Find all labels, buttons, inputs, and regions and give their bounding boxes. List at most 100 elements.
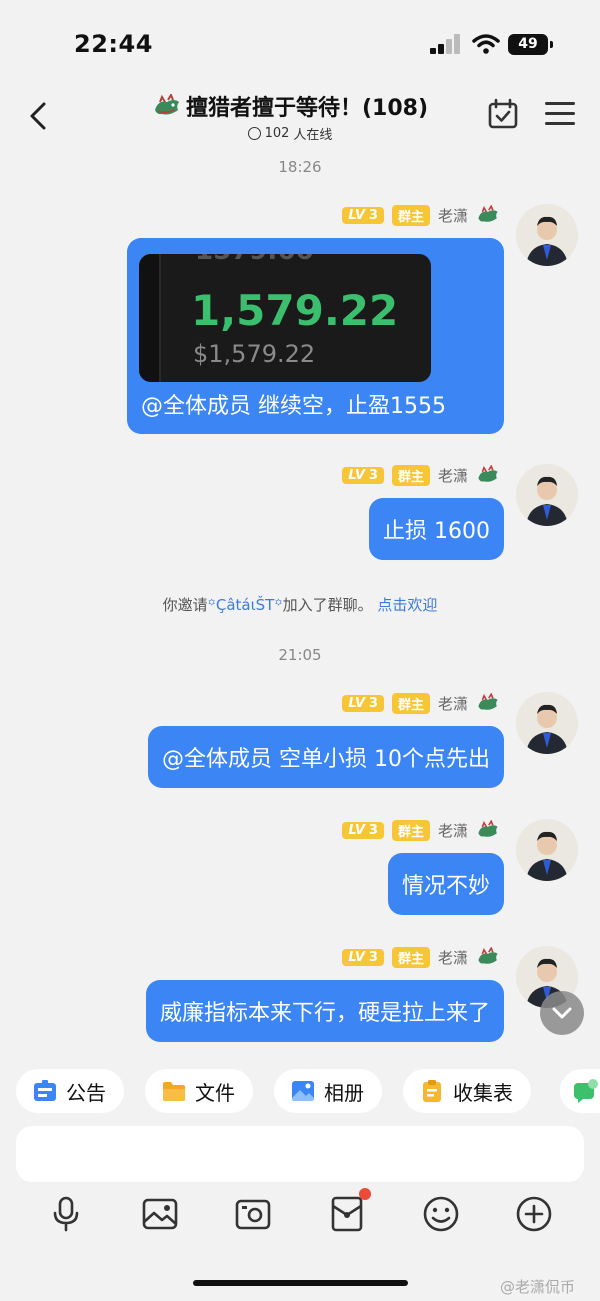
clipboard-icon	[423, 1080, 441, 1102]
message-item: LV 3 群主 老潇 止损 1600	[0, 464, 600, 564]
watermark: @老潇侃币	[500, 1278, 576, 1296]
sender-name[interactable]: 老潇	[438, 693, 468, 714]
timestamp: 21:05	[278, 646, 322, 664]
role-badge: 群主	[391, 692, 430, 714]
avatar[interactable]	[516, 819, 578, 881]
image-ghost-text: 1579.66	[195, 254, 313, 266]
message-text: 情况不妙	[401, 874, 490, 899]
dragon-icon	[478, 465, 498, 482]
chat-plus-icon	[574, 1079, 598, 1103]
scroll-to-bottom-button[interactable]	[540, 991, 584, 1035]
folder-icon	[163, 1082, 185, 1101]
message-text: 止损 1600	[383, 519, 490, 544]
level-badge: LV 3	[342, 694, 384, 712]
plus-icon[interactable]	[514, 1194, 554, 1234]
quick-action-bar: 公告 文件 相册 收集表	[0, 1055, 600, 1123]
red-packet-button[interactable]	[327, 1188, 371, 1234]
invitee-name[interactable]: ꙳ÇâtáɩŠT꙳	[208, 596, 283, 614]
home-indicator	[193, 1280, 408, 1286]
back-icon[interactable]	[26, 100, 50, 132]
emoji-icon[interactable]	[421, 1194, 461, 1234]
red-packet-icon	[331, 1196, 363, 1232]
role-badge: 群主	[391, 946, 430, 968]
battery-icon: 49	[508, 34, 553, 55]
image-price-usd: $1,579.22	[193, 340, 316, 368]
status-time: 22:44	[74, 30, 153, 58]
sender-name[interactable]: 老潇	[438, 205, 468, 226]
online-smile-icon	[247, 127, 261, 140]
header-title-area[interactable]: 擅猎者擅于等待！(108) 102 人在线	[130, 90, 450, 144]
microphone-icon[interactable]	[46, 1194, 86, 1234]
dragon-icon	[154, 94, 179, 115]
online-count: 102	[264, 126, 290, 141]
role-badge: 群主	[391, 204, 430, 226]
album-button[interactable]: 相册	[274, 1069, 382, 1113]
message-text: @全体成员 空单小损 10个点先出	[162, 747, 490, 772]
image-icon[interactable]	[140, 1194, 180, 1234]
status-bar: 22:44 49	[0, 0, 600, 88]
message-meta: LV 3 群主 老潇	[342, 819, 500, 841]
dragon-icon	[478, 693, 498, 710]
message-bubble[interactable]: 1579.66 1,579.22 $1,579.22 @全体成员 继续空，止盈1…	[127, 238, 504, 434]
role-badge: 群主	[391, 464, 430, 486]
signal-icon	[430, 34, 462, 54]
album-label: 相册	[324, 1080, 364, 1105]
more-quick-button[interactable]	[560, 1069, 600, 1113]
announcement-icon	[34, 1080, 56, 1101]
form-button[interactable]: 收集表	[403, 1069, 531, 1113]
role-badge: 群主	[391, 819, 430, 841]
input-toolbar	[0, 1188, 600, 1240]
message-meta: LV 3 群主 老潇	[342, 204, 500, 226]
avatar[interactable]	[516, 692, 578, 754]
calendar-check-icon[interactable]	[487, 98, 519, 130]
form-label: 收集表	[453, 1080, 513, 1105]
message-meta: LV 3 群主 老潇	[342, 464, 500, 486]
dragon-icon	[478, 205, 498, 222]
avatar[interactable]	[516, 204, 578, 266]
message-bubble[interactable]: 威廉指标本来下行，硬是拉上来了	[145, 980, 504, 1042]
online-label: 人在线	[293, 128, 333, 143]
chat-area[interactable]: 18:26 LV3 群主 老潇 1579.66 1,579.22 $1,579.…	[0, 150, 600, 1055]
message-meta: LV 3 群主 老潇	[342, 692, 500, 714]
group-title: 擅猎者擅于等待！(108)	[152, 90, 428, 122]
chat-header: 擅猎者擅于等待！(108) 102 人在线	[0, 88, 600, 150]
avatar[interactable]	[516, 464, 578, 526]
message-bubble[interactable]: @全体成员 空单小损 10个点先出	[148, 726, 504, 788]
level-badge: LV 3	[342, 466, 384, 484]
message-bubble[interactable]: 止损 1600	[369, 498, 504, 560]
dragon-icon	[478, 820, 498, 837]
message-text: 威廉指标本来下行，硬是拉上来了	[159, 1001, 490, 1026]
camera-icon[interactable]	[233, 1194, 273, 1234]
level-badge: LV 3	[342, 821, 384, 839]
announcement-label: 公告	[66, 1080, 106, 1105]
menu-icon[interactable]	[545, 102, 575, 128]
image-price: 1,579.22	[191, 286, 399, 335]
message-text: @全体成员 继续空，止盈1555	[141, 394, 446, 419]
message-item: LV 3 群主 老潇 情况不妙	[0, 819, 600, 919]
files-button[interactable]: 文件	[145, 1069, 253, 1113]
album-icon	[292, 1081, 314, 1101]
online-status: 102 人在线	[247, 124, 333, 143]
welcome-link[interactable]: 点击欢迎	[377, 596, 437, 614]
level-badge: LV 3	[342, 206, 384, 224]
group-title-text: 擅猎者擅于等待！(108)	[185, 96, 429, 121]
timestamp: 18:26	[278, 158, 322, 176]
sender-name[interactable]: 老潇	[438, 820, 468, 841]
message-input[interactable]	[16, 1126, 584, 1182]
price-screenshot-image[interactable]: 1579.66 1,579.22 $1,579.22	[139, 254, 431, 382]
message-bubble[interactable]: 情况不妙	[387, 853, 504, 915]
system-message: 你邀请꙳ÇâtáɩŠT꙳加入了群聊。 点击欢迎	[162, 596, 438, 614]
announcement-button[interactable]: 公告	[16, 1069, 124, 1113]
notification-dot	[359, 1188, 371, 1200]
chevron-down-icon	[552, 1007, 572, 1019]
files-label: 文件	[195, 1080, 235, 1105]
message-item: LV 3 群主 老潇 @全体成员 空单小损 10个点先出	[0, 692, 600, 792]
message-item: LV3 群主 老潇 1579.66 1,579.22 $1,579.22 @全体…	[0, 204, 600, 444]
level-badge: LV 3	[342, 948, 384, 966]
sender-name[interactable]: 老潇	[438, 465, 468, 486]
sender-name[interactable]: 老潇	[438, 947, 468, 968]
message-meta: LV 3 群主 老潇	[342, 946, 500, 968]
message-item: LV 3 群主 老潇 威廉指标本来下行，硬是拉上来了	[0, 946, 600, 1046]
dragon-icon	[478, 947, 498, 964]
wifi-icon	[472, 34, 500, 54]
